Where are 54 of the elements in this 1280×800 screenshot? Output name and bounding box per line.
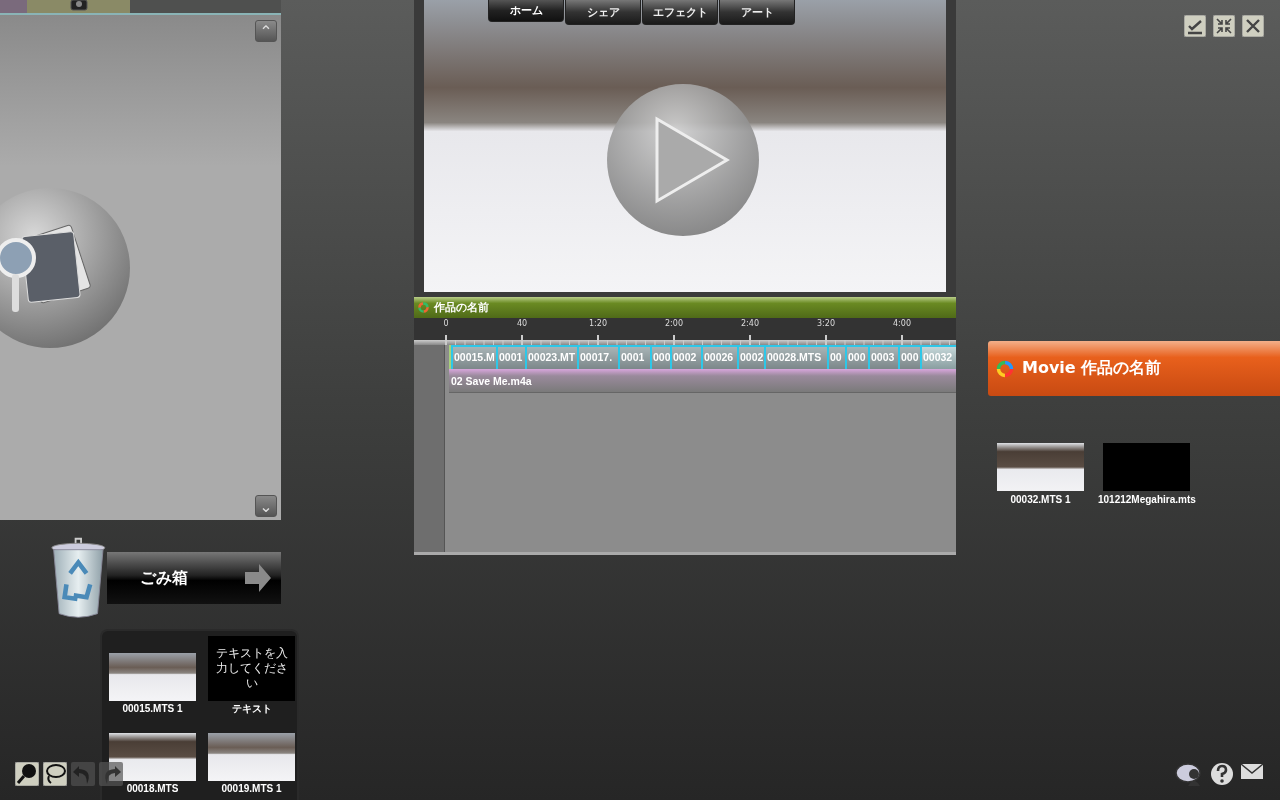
ruler-label: 1:20 [588,318,608,330]
ruler-label: 3:20 [816,318,836,330]
thumbnail-label: 00019.MTS 1 [221,783,282,795]
ruler-label: 40 [515,318,529,330]
thumbnail-label: 101212Megahira.mts [1098,494,1196,506]
play-icon[interactable] [607,84,759,236]
close-icon[interactable] [1242,15,1264,37]
video-clip[interactable]: 0001 [496,345,525,369]
video-clip[interactable]: 00015.M [451,345,496,369]
video-clip[interactable]: 000 [845,345,868,369]
video-clip[interactable]: 0003 [868,345,898,369]
menu-tab[interactable]: シェア [565,0,641,25]
video-clip[interactable]: 00023.MT [525,345,577,369]
thumbnail-label: 00018.MTS [126,783,179,795]
video-clip[interactable]: 0002 [737,345,764,369]
thumbnail-label: 00015.MTS 1 [122,703,183,715]
audio-clip[interactable]: 02 Save Me.m4a [449,369,956,393]
video-clip[interactable]: 00032 [920,345,956,369]
menu-tab[interactable]: アート [719,0,795,25]
zoom-icon[interactable] [15,762,39,786]
video-clip[interactable]: 0002 [670,345,701,369]
library-tab[interactable] [27,0,130,13]
color-ring-icon [996,359,1014,378]
thumbnail-label: テキスト [231,703,272,715]
mail-icon[interactable] [1240,762,1264,780]
video-clip[interactable]: 00028.MTS [764,345,827,369]
chat-person-icon[interactable] [1174,762,1204,786]
help-icon[interactable] [1210,762,1234,786]
video-clip[interactable]: 00017. [577,345,618,369]
video-clip[interactable]: 000 [650,345,670,369]
menu-tab[interactable]: ホーム [488,0,564,22]
color-ring-icon [418,302,429,313]
ruler-label: 2:40 [740,318,760,330]
lasso-icon[interactable] [43,762,67,786]
video-clip[interactable]: 00 [827,345,845,369]
project-title: Movie 作品の名前 [1022,358,1162,379]
trash-button[interactable]: ごみ箱 [106,552,281,604]
redo-icon[interactable] [99,762,123,786]
menu-tab[interactable]: エフェクト [642,0,718,25]
clip-thumbnail[interactable] [1103,443,1191,491]
ruler-label: 0 [442,318,450,330]
thumbnail-label: 00032.MTS 1 [1010,494,1071,506]
text-clip-thumbnail[interactable]: テキストを入力してください [208,636,295,701]
scroll-up-button[interactable]: ⌃ [255,20,277,42]
checkmark-icon[interactable] [1184,15,1206,37]
video-clip[interactable]: 0001 [618,345,650,369]
project-name: 作品の名前 [434,300,489,315]
ruler-label: 4:00 [892,318,912,330]
video-clip[interactable]: 00026 [701,345,737,369]
collapse-icon[interactable] [1213,15,1235,37]
scroll-down-button[interactable]: ⌄ [255,495,277,517]
camera-icon [69,0,88,11]
video-clip[interactable]: 000 [898,345,920,369]
ruler-label: 2:00 [664,318,684,330]
